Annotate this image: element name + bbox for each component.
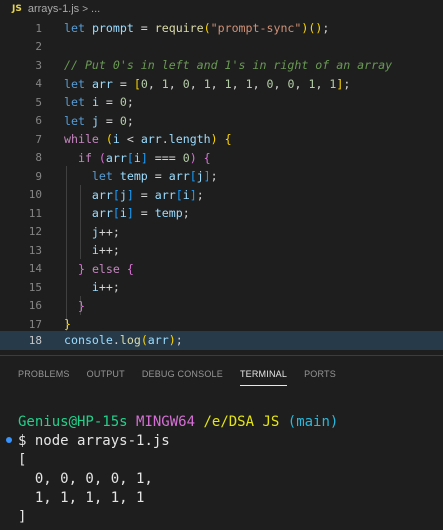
breadcrumb-file[interactable]: arrays-1.js [28, 3, 79, 15]
code-line[interactable]: 15 i++; [0, 278, 443, 297]
code-line[interactable]: 11 arr[i] = temp; [0, 204, 443, 223]
code-text: arr[j] = arr[i]; [91, 187, 204, 202]
breadcrumb-more[interactable]: ... [91, 3, 100, 15]
code-text: i++; [91, 243, 120, 258]
code-text: j++; [91, 224, 120, 239]
code-line[interactable]: 14 } else { [0, 260, 443, 279]
line-number: 6 [35, 114, 42, 128]
code-line[interactable]: 7 while (i < arr.length) { [0, 130, 443, 149]
line-number: 7 [35, 132, 42, 146]
tab-debug-console[interactable]: DEBUG CONSOLE [142, 364, 223, 384]
tab-output[interactable]: OUTPUT [87, 364, 125, 384]
tab-ports[interactable]: PORTS [304, 364, 336, 384]
terminal-output-line: ] [18, 509, 27, 525]
terminal[interactable]: Genius@HP-15s MINGW64 /e/DSA JS (main) $… [0, 400, 443, 530]
line-number: 13 [28, 243, 42, 257]
code-text: i++; [91, 280, 120, 295]
terminal-output-line: 1, 1, 1, 1, 1 [18, 490, 145, 506]
line-number: 12 [28, 225, 42, 239]
breadcrumb: JS arrays-1.js > ... [0, 0, 443, 18]
tab-problems[interactable]: PROBLEMS [18, 364, 70, 384]
code-line[interactable]: 3 // Put 0's in left and 1's in right of… [0, 56, 443, 75]
code-text: console.log(arr); [64, 333, 183, 348]
code-text: let i = 0; [64, 95, 134, 110]
terminal-user: Genius@HP-15s [18, 414, 128, 430]
code-text: } [64, 317, 71, 332]
line-number: 9 [35, 169, 42, 183]
panel-tab-bar: PROBLEMS OUTPUT DEBUG CONSOLE TERMINAL P… [0, 362, 443, 386]
terminal-command-line: $ node arrays-1.js [18, 431, 170, 451]
code-line[interactable]: 5 let i = 0; [0, 93, 443, 112]
line-number: 11 [28, 206, 42, 220]
line-number: 3 [35, 58, 42, 72]
tab-terminal[interactable]: TERMINAL [239, 364, 288, 386]
code-line-active[interactable]: 18 console.log(arr); [0, 331, 443, 350]
code-line[interactable]: 2 [0, 38, 443, 57]
terminal-prompt-symbol: $ [18, 433, 27, 449]
line-number: 4 [35, 77, 42, 91]
line-number: 14 [28, 262, 42, 276]
line-number: 16 [28, 299, 42, 313]
line-number: 2 [35, 40, 42, 54]
line-number: 10 [28, 188, 42, 202]
code-line[interactable]: 16 } [0, 297, 443, 316]
code-line[interactable]: 13 i++; [0, 241, 443, 260]
chevron-right-icon: > [82, 3, 89, 15]
code-text: let j = 0; [64, 113, 134, 128]
terminal-shell: MINGW64 [136, 414, 196, 430]
code-line[interactable]: 10 arr[j] = arr[i]; [0, 186, 443, 205]
code-text: } [77, 298, 85, 313]
code-line[interactable]: 6 let j = 0; [0, 112, 443, 131]
line-number: 15 [28, 280, 42, 294]
terminal-prompt-line: Genius@HP-15s MINGW64 /e/DSA JS (main) [18, 412, 338, 432]
terminal-path: /e/DSA JS [203, 414, 280, 430]
terminal-branch: (main) [287, 414, 339, 430]
code-text: while (i < arr.length) { [64, 132, 232, 147]
terminal-output-line: [ [18, 452, 27, 468]
code-text: if (arr[i] === 0) { [77, 150, 211, 165]
code-text: arr[i] = temp; [91, 206, 190, 221]
line-number: 5 [35, 95, 42, 109]
line-number: 8 [35, 151, 42, 165]
code-line[interactable]: 12 j++; [0, 223, 443, 242]
code-text: } else { [77, 261, 134, 276]
code-line[interactable]: 9 let temp = arr[j]; [0, 167, 443, 186]
code-text: // Put 0's in left and 1's in right of a… [64, 58, 393, 73]
javascript-file-icon: JS [12, 4, 22, 14]
line-number: 1 [35, 21, 42, 35]
code-line[interactable]: 4 let arr = [0, 1, 0, 1, 1, 1, 0, 0, 1, … [0, 75, 443, 94]
terminal-command: node arrays-1.js [34, 433, 170, 449]
line-number: 17 [28, 317, 42, 331]
terminal-output-line: 0, 0, 0, 0, 1, [18, 471, 153, 487]
code-line[interactable]: 1 let prompt = require("prompt-sync")(); [0, 19, 443, 38]
panel-divider[interactable] [0, 355, 443, 356]
code-editor[interactable]: 1 let prompt = require("prompt-sync")();… [0, 18, 443, 355]
code-text: let prompt = require("prompt-sync")(); [64, 21, 330, 36]
code-line[interactable]: 8 if (arr[i] === 0) { [0, 149, 443, 168]
code-text: let temp = arr[j]; [91, 169, 218, 184]
code-text: let arr = [0, 1, 0, 1, 1, 1, 0, 0, 1, 1]… [64, 76, 351, 91]
line-number: 18 [28, 333, 42, 347]
